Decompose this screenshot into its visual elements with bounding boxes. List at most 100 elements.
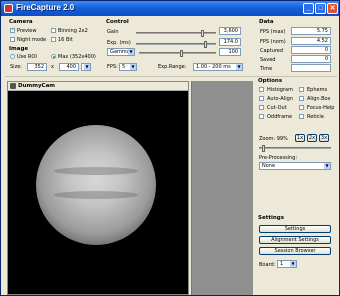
zoom-2x-button[interactable]: 2x (307, 134, 317, 142)
preprocessing-dropdown[interactable]: None ▼ (259, 162, 331, 170)
use-roi-label: Use ROI (17, 54, 37, 60)
fps-nom-value: 4.52 (291, 37, 331, 45)
planet-band (54, 167, 138, 175)
zoom-slider-thumb[interactable] (262, 145, 265, 152)
cut-out-label: Cut-Out (267, 105, 287, 111)
zoom-1x-button[interactable]: 1x (295, 134, 305, 142)
fps-max-label: FPS (max) (260, 29, 286, 35)
use-roi-radio[interactable] (10, 54, 15, 59)
16bit-checkbox[interactable] (51, 37, 56, 42)
preview-checkbox[interactable] (10, 27, 15, 33)
preprocessing-label: Pre-Processing: (259, 155, 298, 161)
ephems-checkbox[interactable] (299, 87, 304, 92)
close-button[interactable]: ✕ (327, 3, 338, 14)
planet-band (54, 191, 138, 199)
camera-icon (10, 83, 16, 89)
zoom-label: Zoom: 99% (259, 136, 288, 142)
fps-max-value: 5.75 (291, 27, 331, 35)
title-bar[interactable]: FireCapture 2.0 _ □ ✕ (1, 1, 339, 16)
gain-value[interactable]: 3,600 (219, 27, 241, 35)
align-box-checkbox[interactable] (299, 96, 304, 101)
image-group-title: Image (9, 46, 29, 52)
chevron-down-icon: ▼ (130, 64, 136, 70)
app-window: FireCapture 2.0 _ □ ✕ Camera Preview Bin… (0, 0, 340, 296)
alignment-settings-button[interactable]: Alignment Settings (259, 236, 331, 244)
gain-slider[interactable] (136, 30, 216, 37)
auto-align-label: Auto-Align (267, 96, 293, 102)
captured-value: 0 (291, 46, 331, 54)
empty-workspace (191, 81, 253, 295)
cut-out-checkbox[interactable] (259, 105, 264, 110)
board-label: Board: (259, 262, 276, 268)
saved-value: 0 (291, 55, 331, 63)
saved-label: Saved (260, 57, 276, 63)
zoom-3x-button[interactable]: 3x (319, 134, 329, 142)
app-icon (4, 4, 13, 13)
settings-group-title: Settings (258, 215, 284, 221)
camera-view-titlebar[interactable]: DummyCam (8, 82, 188, 91)
binning-checkbox[interactable] (51, 28, 56, 33)
board-dropdown[interactable]: 1 ▼ (277, 260, 297, 268)
gamma-dropdown[interactable]: Gamma ▼ (107, 48, 135, 56)
gain-slider-thumb[interactable] (201, 30, 204, 37)
reticle-checkbox[interactable] (299, 114, 304, 119)
captured-label: Captured (260, 48, 284, 54)
fps-dropdown[interactable]: 5 ▼ (119, 63, 137, 71)
exp-range-label: Exp.Range: (158, 64, 187, 70)
planet-image (36, 125, 156, 245)
ephems-label: Ephems (307, 87, 328, 93)
minimize-button[interactable]: _ (303, 3, 314, 14)
align-box-label: Align.Box (307, 96, 331, 102)
binning-label: Binning 2x2 (58, 28, 88, 34)
histogram-checkbox[interactable] (259, 87, 264, 92)
size-label: Size: (10, 64, 22, 70)
exp-slider[interactable] (136, 41, 216, 48)
fps-label: FPS: (107, 64, 118, 70)
gamma-slider-thumb[interactable] (180, 50, 183, 57)
size-dropdown[interactable]: ▼ (81, 63, 91, 71)
settings-button[interactable]: Settings (259, 225, 331, 233)
camera-image (8, 92, 188, 294)
zoom-slider[interactable] (259, 145, 331, 152)
preview-label: Preview (17, 28, 37, 34)
width-field[interactable]: 352 (27, 63, 47, 71)
exp-range-dropdown[interactable]: 1.00 - 200 ms ▼ (193, 63, 243, 71)
options-group-title: Options (258, 78, 283, 84)
histogram-label: Histogram (267, 87, 293, 93)
reticle-label: Reticle (307, 114, 324, 120)
fps-nom-label: FPS (nom) (260, 39, 286, 45)
night-mode-checkbox[interactable] (10, 37, 15, 42)
board-value: 1 (280, 261, 284, 267)
gain-label: Gain (107, 29, 119, 35)
size-x-label: x (51, 64, 54, 70)
gamma-dropdown-label: Gamma (110, 49, 130, 55)
exp-label: Exp. (ms) (107, 40, 131, 46)
exp-slider-thumb[interactable] (204, 41, 207, 48)
preprocessing-value: None (262, 163, 276, 169)
data-group-title: Data (259, 19, 274, 25)
focus-help-checkbox[interactable] (299, 105, 304, 110)
camera-view-window[interactable]: DummyCam (7, 81, 189, 295)
camera-view-title: DummyCam (18, 83, 56, 89)
focus-help-label: Focus-Help (307, 105, 335, 111)
window-title: FireCapture 2.0 (16, 3, 75, 12)
gamma-value[interactable]: 100 (219, 48, 241, 56)
night-mode-label: Night mode (17, 37, 47, 43)
gamma-slider[interactable] (139, 50, 216, 57)
control-group-title: Control (106, 19, 129, 25)
exp-value[interactable]: 174.0 (219, 38, 241, 46)
chevron-down-icon: ▼ (324, 163, 330, 169)
auto-align-checkbox[interactable] (259, 96, 264, 101)
chevron-down-icon: ▼ (290, 261, 296, 267)
maximize-button[interactable]: □ (315, 3, 326, 14)
height-field[interactable]: 400 (59, 63, 79, 71)
top-divider (5, 76, 337, 77)
exp-range-value: 1.00 - 200 ms (196, 64, 231, 70)
oddframe-label: Oddframe (267, 114, 293, 120)
time-label: Time (260, 66, 273, 72)
oddframe-checkbox[interactable] (259, 114, 264, 119)
16bit-label: 16 Bit (58, 37, 73, 43)
session-browser-button[interactable]: Session Browser (259, 247, 331, 255)
fps-dropdown-value: 5 (122, 64, 126, 70)
max-radio[interactable] (51, 54, 56, 59)
